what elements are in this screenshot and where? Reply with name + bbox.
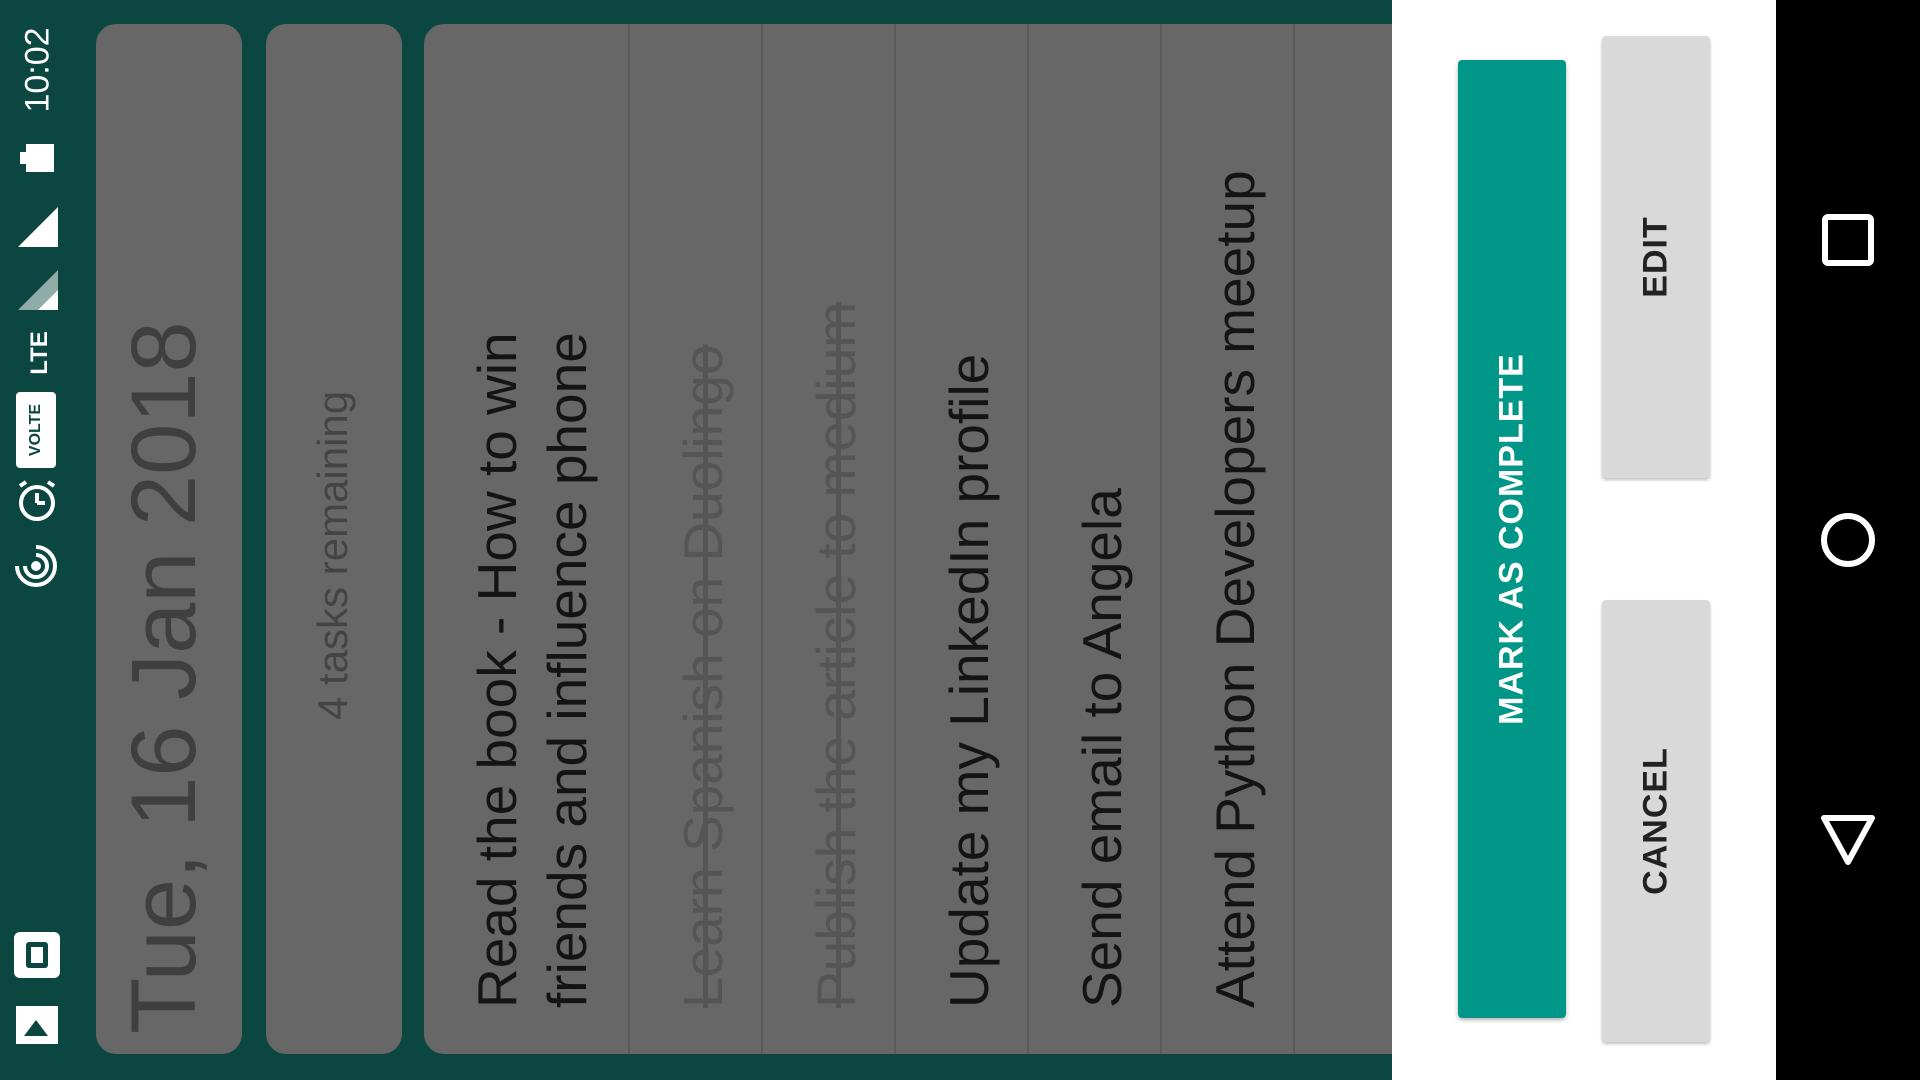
date-card: Tue, 16 Jan 2018 xyxy=(96,24,242,1054)
edit-button[interactable]: EDIT xyxy=(1602,36,1710,478)
recents-icon[interactable] xyxy=(1820,212,1876,268)
app-notification-icon xyxy=(14,932,60,978)
task-title: Publish the article to medium xyxy=(805,301,867,1008)
divider xyxy=(1293,24,1295,1054)
lte-data-icon: LTE xyxy=(26,331,53,375)
back-icon[interactable] xyxy=(1818,810,1878,870)
tasks-remaining: 4 tasks remaining xyxy=(309,390,356,720)
clock: 10:02 xyxy=(18,27,57,113)
task-title: Learn Spanish on Duolingo xyxy=(672,344,734,1008)
signal-icon xyxy=(18,270,58,310)
signal-icon xyxy=(18,207,58,247)
list-item[interactable]: Publish the article to medium xyxy=(763,24,894,1054)
cancel-button[interactable]: CANCEL xyxy=(1602,600,1710,1042)
task-list: Read the book - How to win friends and i… xyxy=(424,24,1392,1054)
date-heading: Tue, 16 Jan 2018 xyxy=(113,321,215,1034)
mark-complete-label: MARK AS COMPLETE xyxy=(1492,353,1531,725)
volte-icon: VOLTE xyxy=(16,392,56,468)
status-bar: 10:02 LTE VOLTE xyxy=(0,0,76,1080)
task-title: Read the book - How to win friends and i… xyxy=(466,332,598,1008)
navigation-bar xyxy=(1776,0,1920,1080)
battery-icon xyxy=(20,144,54,172)
list-item[interactable]: Update my LinkedIn profile xyxy=(896,24,1027,1054)
task-title: Update my LinkedIn profile xyxy=(938,353,1000,1008)
task-title: Attend Python Developers meetup xyxy=(1204,170,1266,1008)
edit-label: EDIT xyxy=(1636,216,1675,298)
action-sheet xyxy=(1392,0,1776,1080)
mark-complete-button[interactable]: MARK AS COMPLETE xyxy=(1458,60,1566,1018)
task-title: Send email to Angela xyxy=(1071,488,1133,1008)
home-icon[interactable] xyxy=(1818,510,1878,570)
list-item[interactable]: Learn Spanish on Duolingo xyxy=(630,24,761,1054)
remaining-card: 4 tasks remaining xyxy=(266,24,402,1054)
hotspot-icon xyxy=(15,545,57,587)
list-item[interactable]: Send email to Angela xyxy=(1029,24,1160,1054)
list-item[interactable]: Attend Python Developers meetup xyxy=(1162,24,1293,1054)
cancel-label: CANCEL xyxy=(1636,747,1675,895)
photo-icon xyxy=(16,1006,58,1044)
alarm-icon xyxy=(18,480,56,521)
list-item[interactable]: Read the book - How to win friends and i… xyxy=(424,24,628,1054)
